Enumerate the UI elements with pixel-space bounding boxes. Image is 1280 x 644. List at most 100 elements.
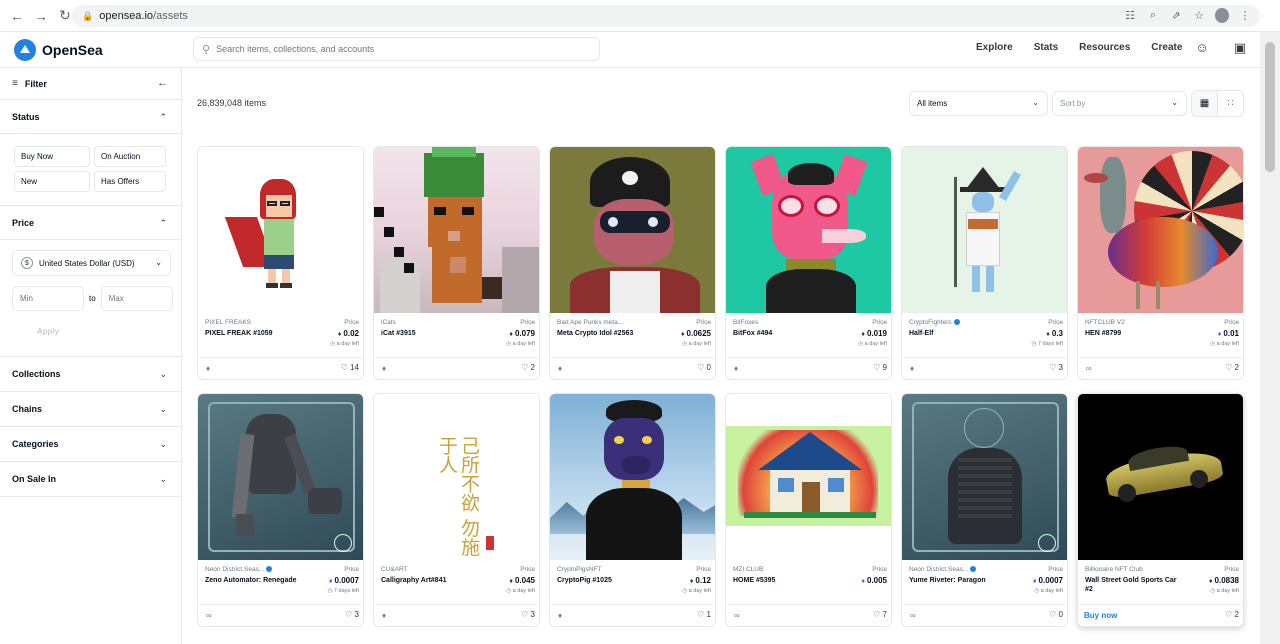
favorite-button[interactable]: ♡ 7 xyxy=(873,610,887,619)
favorite-button[interactable]: ♡ 2 xyxy=(1225,363,1239,372)
apply-button[interactable]: Apply xyxy=(12,320,84,342)
favorite-button[interactable]: ♡ 9 xyxy=(873,363,887,372)
categories-section[interactable]: Categories ⌄ xyxy=(0,427,181,462)
status-new[interactable]: New xyxy=(14,171,90,192)
asset-card[interactable]: NFTCLUB V2 HEN #8799 Price ♦ 0.01 ◷ a day… xyxy=(1077,146,1244,380)
browser-menu-icon[interactable]: ⋮ xyxy=(1238,9,1252,22)
translate-icon[interactable]: ☷ xyxy=(1123,9,1137,22)
nav-create[interactable]: Create xyxy=(1151,42,1182,53)
asset-name[interactable]: Yume Riveter: Paragon xyxy=(909,576,1009,585)
asset-name[interactable]: Half-Elf xyxy=(909,329,1009,338)
sort-select[interactable]: Sort by ⌄ xyxy=(1052,91,1187,116)
collection-name[interactable]: Neon District Seas... xyxy=(205,566,315,573)
items-filter-select[interactable]: All items ⌄ xyxy=(909,91,1048,116)
status-has-offers[interactable]: Has Offers xyxy=(94,171,166,192)
asset-image[interactable] xyxy=(374,147,539,313)
asset-image[interactable] xyxy=(1078,147,1243,313)
favorite-button[interactable]: ♡ 3 xyxy=(521,610,535,619)
asset-image[interactable] xyxy=(550,394,715,560)
collections-section[interactable]: Collections ⌄ xyxy=(0,357,181,392)
asset-image[interactable]: 己所不欲 勿施于人 xyxy=(374,394,539,560)
asset-image[interactable] xyxy=(726,394,891,560)
asset-image[interactable] xyxy=(1078,394,1243,560)
collection-name[interactable]: Billionaire NFT Club xyxy=(1085,566,1195,573)
page-scrollbar[interactable] xyxy=(1260,32,1280,644)
collection-name[interactable]: Bad Ape Punks meta... xyxy=(557,319,667,326)
asset-image[interactable] xyxy=(902,394,1067,560)
share-icon[interactable]: ⇗ xyxy=(1169,9,1183,22)
opensea-logo[interactable]: OpenSea xyxy=(14,39,103,61)
collection-name[interactable]: Neon District Seas... xyxy=(909,566,1019,573)
collection-name[interactable]: PIXEL FREAKS xyxy=(205,319,315,326)
address-bar[interactable]: 🔒 opensea.io/assets ☷ ⌕ ⇗ ☆ ⋮ xyxy=(72,5,1260,27)
collection-name[interactable]: iCats xyxy=(381,319,491,326)
chains-section[interactable]: Chains ⌄ xyxy=(0,392,181,427)
collection-name[interactable]: MZI CLUB xyxy=(733,566,843,573)
collection-name[interactable]: CryptoFighters xyxy=(909,319,1019,326)
collection-name[interactable]: CryptoPigsNFT xyxy=(557,566,667,573)
forward-arrow-icon[interactable]: → xyxy=(34,8,48,24)
asset-name[interactable]: Zeno Automator: Renegade xyxy=(205,576,305,585)
collection-name[interactable]: BitFoxes xyxy=(733,319,843,326)
zoom-icon[interactable]: ⌕ xyxy=(1146,9,1160,22)
search-box[interactable]: ⚲ xyxy=(193,37,600,61)
asset-name[interactable]: Wall Street Gold Sports Car #2 xyxy=(1085,576,1185,594)
price-min-input[interactable] xyxy=(12,286,84,311)
asset-image[interactable] xyxy=(902,147,1067,313)
favorite-button[interactable]: ♡ 1 xyxy=(697,610,711,619)
collection-name[interactable]: NFTCLUB V2 xyxy=(1085,319,1195,326)
back-arrow-icon[interactable]: ← xyxy=(10,8,24,24)
asset-image[interactable] xyxy=(198,147,363,313)
buy-now-button[interactable]: Buy now xyxy=(1084,611,1117,620)
asset-card[interactable]: CryptoFighters Half-Elf Price ♦ 0.3 ◷ 7 d… xyxy=(901,146,1068,380)
asset-image[interactable] xyxy=(550,147,715,313)
status-buy-now[interactable]: Buy Now xyxy=(14,146,90,167)
wallet-icon[interactable]: ▣ xyxy=(1233,41,1247,55)
collection-name[interactable]: CU&ART xyxy=(381,566,491,573)
asset-name[interactable]: PIXEL FREAK #1059 xyxy=(205,329,305,338)
favorite-button[interactable]: ♡ 14 xyxy=(341,363,359,372)
asset-card[interactable]: MZI CLUB HOME #5395 Price ♦ 0.005 ∞ ♡ 7 xyxy=(725,393,892,627)
asset-image[interactable] xyxy=(726,147,891,313)
asset-card[interactable]: Neon District Seas... Zeno Automator: Re… xyxy=(197,393,364,627)
favorite-button[interactable]: ♡ 2 xyxy=(521,363,535,372)
asset-card[interactable]: 己所不欲 勿施于人 CU&ART Calligraphy Art#841 Pri… xyxy=(373,393,540,627)
account-icon[interactable]: ☺ xyxy=(1195,41,1209,55)
currency-select[interactable]: $ United States Dollar (USD) ⌄ xyxy=(12,250,171,276)
status-on-auction[interactable]: On Auction xyxy=(94,146,166,167)
on-sale-in-section[interactable]: On Sale In ⌄ xyxy=(0,462,181,497)
search-input[interactable] xyxy=(216,44,577,54)
nav-stats[interactable]: Stats xyxy=(1034,42,1058,53)
nav-explore[interactable]: Explore xyxy=(976,42,1013,53)
reload-icon[interactable]: ↻ xyxy=(58,7,72,23)
favorite-button[interactable]: ♡ 3 xyxy=(1049,363,1063,372)
asset-card[interactable]: iCats iCat #3915 Price ♦ 0.079 ◷ a day le… xyxy=(373,146,540,380)
asset-name[interactable]: iCat #3915 xyxy=(381,329,481,338)
asset-name[interactable]: CryptoPig #1025 xyxy=(557,576,657,585)
price-max-input[interactable] xyxy=(100,286,173,311)
bookmark-star-icon[interactable]: ☆ xyxy=(1192,9,1206,22)
profile-avatar[interactable] xyxy=(1215,8,1229,23)
asset-image[interactable] xyxy=(198,394,363,560)
nav-resources[interactable]: Resources xyxy=(1079,42,1130,53)
asset-card[interactable]: CryptoPigsNFT CryptoPig #1025 Price ♦ 0.1… xyxy=(549,393,716,627)
scrollbar-thumb[interactable] xyxy=(1265,42,1275,172)
large-grid-icon[interactable]: ▦ xyxy=(1192,91,1218,116)
asset-name[interactable]: BitFox #494 xyxy=(733,329,833,338)
small-grid-icon[interactable]: ∷ xyxy=(1218,91,1243,116)
asset-card[interactable]: Billionaire NFT Club Wall Street Gold Sp… xyxy=(1077,393,1244,627)
favorite-button[interactable]: ♡ 3 xyxy=(345,610,359,619)
asset-name[interactable]: HOME #5395 xyxy=(733,576,833,585)
favorite-button[interactable]: ♡ 2 xyxy=(1225,610,1239,619)
collapse-arrow-icon[interactable]: ← xyxy=(157,77,168,89)
asset-name[interactable]: HEN #8799 xyxy=(1085,329,1185,338)
favorite-button[interactable]: ♡ 0 xyxy=(697,363,711,372)
asset-name[interactable]: Meta Crypto Idol #2563 xyxy=(557,329,657,338)
asset-card[interactable]: Bad Ape Punks meta... Meta Crypto Idol #… xyxy=(549,146,716,380)
asset-name[interactable]: Calligraphy Art#841 xyxy=(381,576,481,585)
asset-card[interactable]: BitFoxes BitFox #494 Price ♦ 0.019 ◷ a da… xyxy=(725,146,892,380)
favorite-button[interactable]: ♡ 0 xyxy=(1049,610,1063,619)
asset-card[interactable]: PIXEL FREAKS PIXEL FREAK #1059 Price ♦ 0.… xyxy=(197,146,364,380)
price-section-header[interactable]: Price ⌃ xyxy=(0,206,181,240)
asset-card[interactable]: Neon District Seas... Yume Riveter: Para… xyxy=(901,393,1068,627)
